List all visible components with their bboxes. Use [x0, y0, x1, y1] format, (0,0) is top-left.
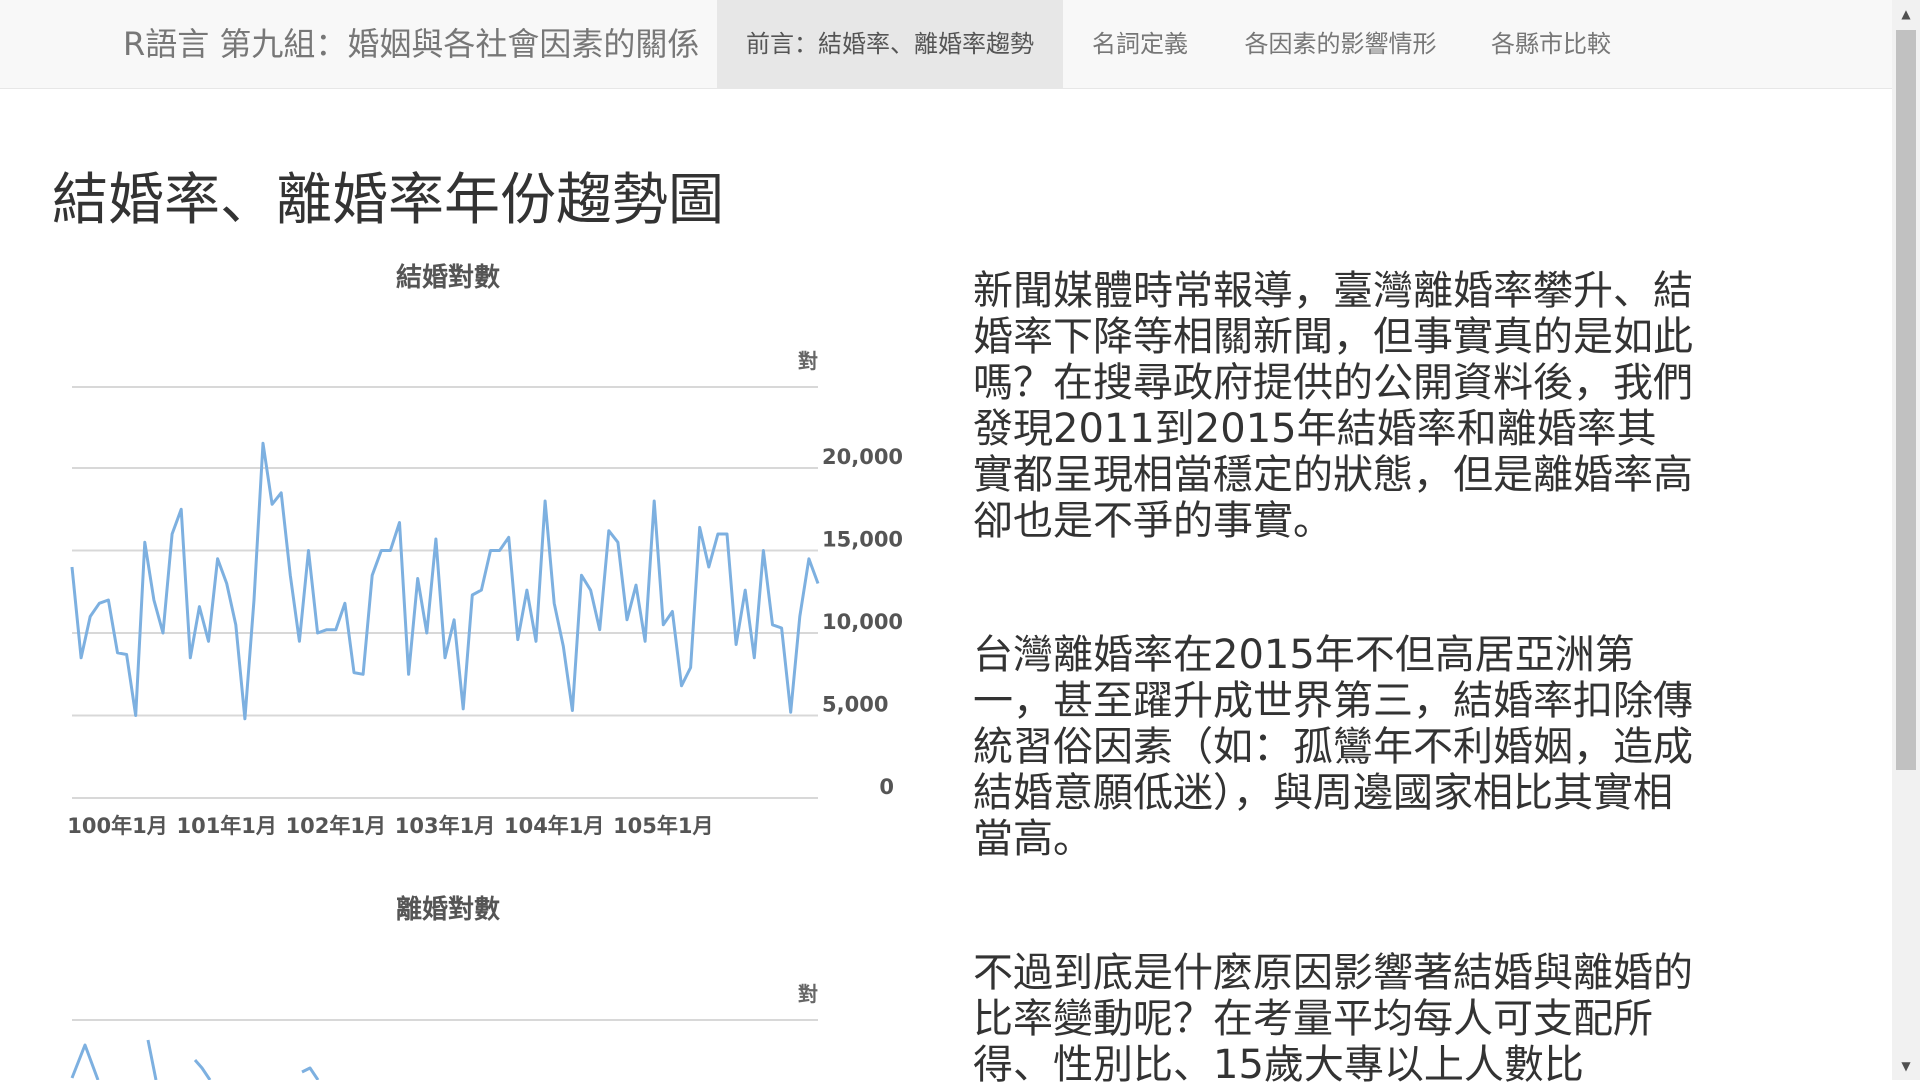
marriage-chart-y-axis: 0 5,000 10,000 15,000 20,000	[822, 445, 903, 799]
page-scrollbar[interactable]: ▲ ▼	[1892, 0, 1920, 1080]
marriage-chart-x-tick-label: 100年1月	[67, 814, 167, 838]
marriage-chart-y-tick-label: 15,000	[822, 528, 903, 552]
marriage-chart-y-tick-label: 0	[879, 775, 894, 799]
divorce-chart-title: 離婚對數	[396, 894, 500, 925]
marriage-chart-unit: 對	[798, 349, 818, 373]
marriage-chart-y-tick-label: 20,000	[822, 445, 903, 469]
marriage-chart: 結婚對數 對 05,00010,00015,00020,000 100年1月 10…	[67, 262, 903, 838]
divorce-chart: 離婚對數 對	[70, 894, 818, 1080]
marriage-chart-y-tick-label: 5,000	[822, 693, 888, 717]
scrollbar-thumb[interactable]	[1896, 30, 1916, 770]
marriage-chart-grid	[72, 467, 818, 799]
marriage-chart-x-axis: 100年1月 101年1月 102年1月 103年1月 104年1月 105年1月	[67, 814, 713, 838]
divorce-series-line-partial	[70, 1039, 320, 1080]
marriage-chart-title: 結婚對數	[396, 262, 500, 293]
marriage-chart-y-tick-label: 10,000	[822, 610, 903, 634]
triangle-up-icon[interactable]: ▲	[1892, 0, 1920, 28]
marriage-chart-x-tick-label: 102年1月	[286, 814, 386, 838]
triangle-down-icon[interactable]: ▼	[1892, 1052, 1920, 1080]
divorce-chart-unit: 對	[798, 982, 818, 1006]
intro-paragraph-3: 不過到底是什麼原因影響著結婚與離婚的比率變動呢？在考量平均每人可支配所得、性別比…	[973, 950, 1693, 1088]
marriage-chart-x-tick-label: 105年1月	[613, 814, 713, 838]
intro-paragraph-1: 新聞媒體時常報導，臺灣離婚率攀升、結婚率下降等相關新聞，但事實真的是如此嗎？在搜…	[973, 268, 1693, 544]
marriage-series-line	[70, 441, 820, 721]
marriage-chart-x-tick-label: 103年1月	[395, 814, 495, 838]
marriage-chart-x-tick-label: 104年1月	[504, 814, 604, 838]
marriage-chart-x-tick-label: 101年1月	[176, 814, 276, 838]
intro-paragraph-2: 台灣離婚率在2015年不但高居亞洲第一，甚至躍升成世界第三，結婚率扣除傳統習俗因…	[973, 632, 1693, 862]
